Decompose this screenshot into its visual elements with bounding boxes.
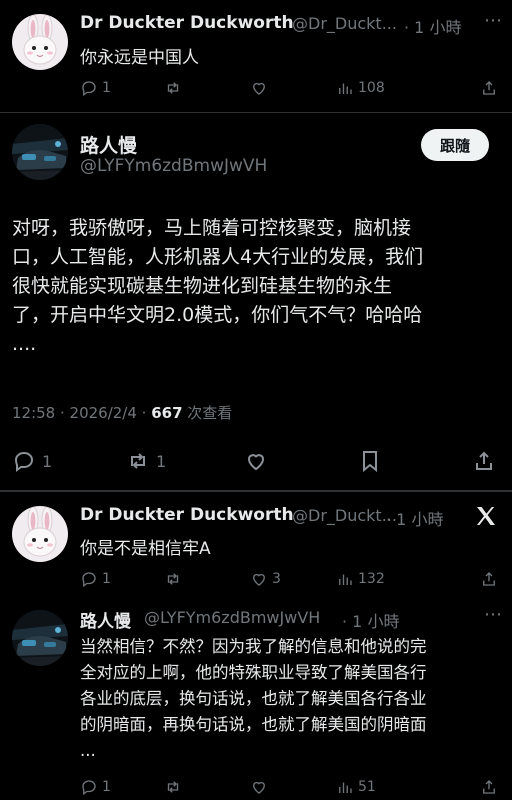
- retweet-icon: [167, 573, 179, 585]
- more-icon[interactable]: ⋯: [484, 604, 502, 625]
- views-count: 132: [358, 571, 385, 587]
- share-icon: [483, 780, 495, 794]
- avatar[interactable]: [12, 124, 68, 180]
- views-count: 667: [151, 404, 183, 422]
- x-logo-icon[interactable]: [474, 504, 498, 528]
- tweet-text-line: ...: [80, 741, 96, 760]
- views-icon: [339, 574, 352, 585]
- author-name[interactable]: 路人慢: [80, 131, 137, 158]
- more-icon[interactable]: ⋯: [484, 10, 502, 31]
- views-button[interactable]: 132: [336, 566, 385, 592]
- tweet-actions: 1 3 132: [0, 566, 512, 592]
- retweet-button[interactable]: [164, 774, 182, 800]
- views-icon: [339, 83, 352, 94]
- reply-icon: [82, 780, 96, 796]
- reply-button[interactable]: 1: [12, 446, 52, 476]
- views-button[interactable]: 108: [336, 75, 385, 101]
- tweet-actions: 1 108: [0, 75, 512, 101]
- heart-icon: [253, 781, 265, 794]
- views-count: 108: [358, 80, 385, 96]
- reply-icon: [14, 451, 34, 472]
- author-name[interactable]: Dr Duckter Duckworth: [80, 505, 294, 525]
- reply-count: 1: [42, 451, 53, 471]
- tweet-text-line: 对呀，我骄傲呀，马上随着可控核聚变，脑机接: [12, 217, 412, 239]
- bookmark-button[interactable]: [358, 446, 382, 476]
- heart-icon: [247, 454, 265, 471]
- share-icon: [483, 572, 495, 586]
- divider: [0, 490, 512, 492]
- views-button[interactable]: 51: [336, 774, 376, 800]
- author-name[interactable]: Dr Duckter Duckworth: [80, 13, 294, 33]
- tweet-text-line: 口，人工智能，人形机器人4大行业的发展，我们: [12, 246, 424, 268]
- follow-button[interactable]: 跟隨: [421, 129, 489, 161]
- tweet-text: 你是不是相信牢A: [80, 539, 211, 559]
- divider: [0, 112, 512, 113]
- views-label: 次查看: [182, 404, 233, 422]
- retweet-count: 1: [156, 451, 167, 471]
- tweet-text: 对呀，我骄傲呀，马上随着可控核聚变，脑机接 口，人工智能，人形机器人4大行业的发…: [12, 214, 502, 359]
- tweet-time[interactable]: · 1 小時: [386, 506, 443, 530]
- heart-icon: [253, 573, 265, 586]
- share-icon: [483, 81, 495, 95]
- author-handle[interactable]: @Dr_Duckt...: [292, 14, 397, 33]
- tweet-text-line: 的阴暗面，再换句话说，也就了解美国的阴暗面: [80, 715, 427, 734]
- tweet-text-line: 全对应的上啊，他的特殊职业导致了解美国各行: [80, 663, 427, 682]
- reply-count: 1: [102, 80, 111, 96]
- avatar[interactable]: [12, 610, 68, 666]
- avatar[interactable]: [12, 506, 68, 562]
- retweet-icon: [131, 453, 145, 469]
- tweet-text-line: 当然相信？不然？因为我了解的信息和他说的完: [80, 637, 427, 656]
- author-handle[interactable]: @Dr_Duckt...: [292, 506, 397, 525]
- reply-icon: [82, 572, 96, 588]
- tweet-stats: 12:58 · 2026/2/4 · 667 次查看: [12, 402, 232, 423]
- reply-button[interactable]: 1: [80, 566, 111, 592]
- tweet-actions: 1 51: [0, 774, 512, 800]
- like-button[interactable]: [244, 446, 268, 476]
- like-button[interactable]: [250, 774, 268, 800]
- like-button[interactable]: 3: [250, 566, 281, 592]
- share-button[interactable]: [472, 446, 496, 476]
- share-button[interactable]: [480, 566, 498, 592]
- tweet-text-line: 各业的底层，换句话说，也就了解美国各行各业: [80, 689, 427, 708]
- reply-count: 1: [102, 571, 111, 587]
- retweet-icon: [167, 82, 179, 94]
- author-name[interactable]: 路人慢: [80, 607, 131, 632]
- tweet-text-line: ....: [12, 333, 37, 355]
- tweet-text: 你永远是中国人: [80, 48, 199, 68]
- reply-button[interactable]: 1: [80, 774, 111, 800]
- bookmark-icon: [363, 451, 377, 473]
- tweet-time[interactable]: · 1 小時: [404, 14, 461, 38]
- reply-icon: [82, 81, 96, 97]
- author-handle[interactable]: @LYFYm6zdBmwJwVH: [80, 156, 267, 176]
- tweet-text: 当然相信？不然？因为我了解的信息和他说的完 全对应的上啊，他的特殊职业导致了解美…: [80, 634, 506, 764]
- retweet-button[interactable]: [164, 566, 182, 592]
- tweet-actions: 1 1: [0, 446, 512, 476]
- timestamp[interactable]: 12:58 · 2026/2/4 ·: [12, 404, 151, 422]
- tweet-text-line: 很快就能实现碳基生物进化到硅基生物的永生: [12, 275, 393, 297]
- retweet-button[interactable]: 1: [126, 446, 166, 476]
- views-count: 51: [358, 779, 376, 795]
- retweet-icon: [167, 781, 179, 793]
- heart-icon: [253, 82, 265, 95]
- reply-count: 1: [102, 779, 111, 795]
- tweet-text-line: 了，开启中华文明2.0模式，你们气不气？哈哈哈: [12, 304, 423, 326]
- retweet-button[interactable]: [164, 75, 182, 101]
- like-count: 3: [272, 571, 281, 587]
- share-button[interactable]: [480, 75, 498, 101]
- share-icon: [476, 451, 492, 470]
- avatar[interactable]: [12, 14, 68, 70]
- views-icon: [339, 782, 352, 793]
- author-handle[interactable]: @LYFYm6zdBmwJwVH: [144, 608, 320, 627]
- share-button[interactable]: [480, 774, 498, 800]
- reply-button[interactable]: 1: [80, 75, 111, 101]
- tweet-time[interactable]: · 1 小時: [342, 608, 399, 632]
- like-button[interactable]: [250, 75, 268, 101]
